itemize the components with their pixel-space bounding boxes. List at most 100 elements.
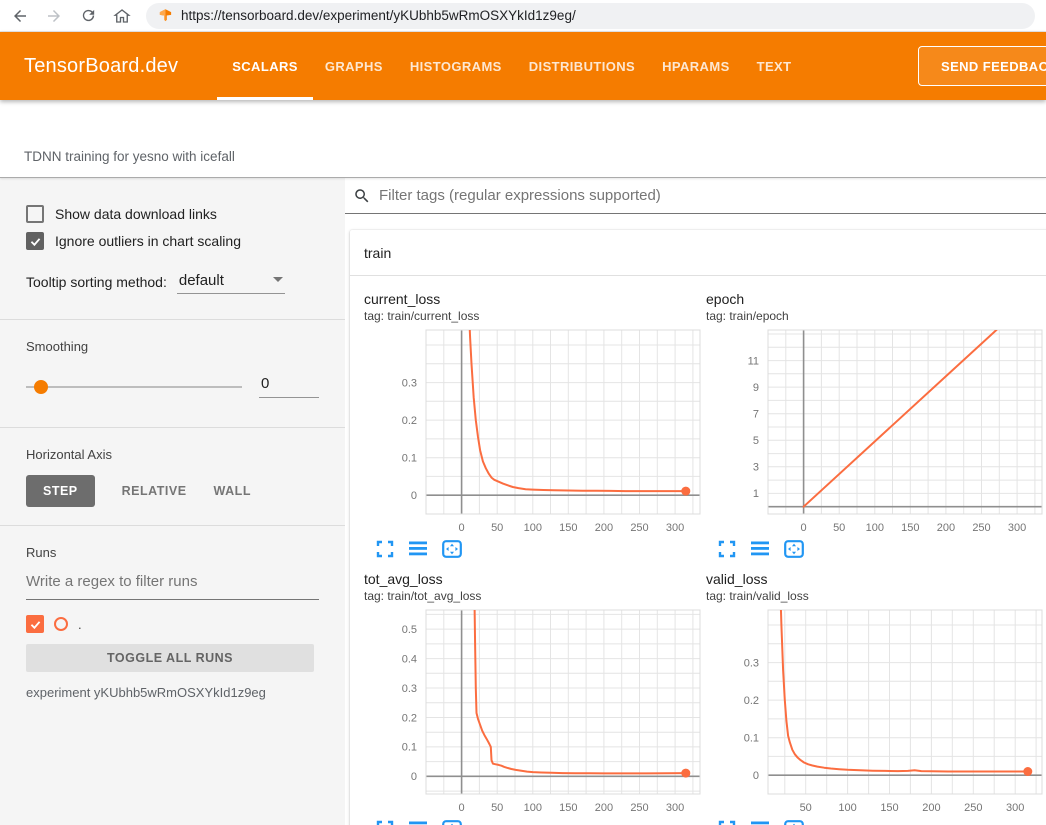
svg-text:250: 250	[972, 522, 990, 534]
svg-text:300: 300	[1008, 522, 1026, 534]
run-checkbox-checked-icon[interactable]	[26, 615, 44, 633]
svg-text:100: 100	[524, 802, 542, 814]
reload-icon[interactable]	[78, 6, 98, 26]
svg-text:0: 0	[459, 802, 465, 814]
chart-title: valid_loss	[706, 570, 1046, 588]
divider	[0, 319, 345, 320]
page: https://tensorboard.dev/experiment/yKUbh…	[0, 0, 1046, 825]
app-header: TensorBoard.dev SCALARS GRAPHS HISTOGRAM…	[0, 32, 1046, 100]
wall-button[interactable]: WALL	[214, 475, 251, 507]
svg-text:50: 50	[491, 522, 503, 534]
svg-text:9: 9	[753, 382, 759, 394]
show-download-links-checkbox[interactable]: Show data download links	[26, 205, 319, 223]
svg-text:50: 50	[833, 522, 845, 534]
chart-plot-area[interactable]: 00.10.20.350100150200250300	[706, 606, 1046, 814]
ignore-outliers-checkbox[interactable]: Ignore outliers in chart scaling	[26, 232, 319, 250]
chart-tag: tag: train/epoch	[706, 308, 1046, 324]
svg-text:150: 150	[559, 522, 577, 534]
chart-plot-area[interactable]: 00.10.20.3050100150200250300	[364, 326, 704, 534]
checkbox-label: Ignore outliers in chart scaling	[55, 233, 241, 249]
checkbox-unchecked-icon[interactable]	[26, 205, 44, 223]
fit-domain-icon[interactable]	[442, 540, 462, 558]
fullscreen-icon[interactable]	[376, 820, 394, 825]
fullscreen-icon[interactable]	[718, 820, 736, 825]
svg-text:0.3: 0.3	[744, 657, 759, 669]
horizontal-axis-label: Horizontal Axis	[26, 447, 319, 462]
svg-text:150: 150	[901, 522, 919, 534]
svg-text:50: 50	[800, 802, 812, 814]
svg-text:0.2: 0.2	[402, 712, 417, 724]
tab-distributions[interactable]: DISTRIBUTIONS	[529, 32, 635, 100]
fullscreen-icon[interactable]	[376, 540, 394, 558]
forward-arrow-icon[interactable]	[44, 6, 64, 26]
main-content: train current_loss tag: train/current_lo…	[345, 178, 1046, 825]
tag-group-header[interactable]: train	[350, 230, 1046, 276]
chart-actions	[706, 820, 1046, 825]
smoothing-slider[interactable]	[26, 386, 242, 388]
checkbox-label: Show data download links	[55, 206, 217, 222]
fullscreen-icon[interactable]	[718, 540, 736, 558]
filter-tags-field[interactable]	[345, 178, 1046, 214]
relative-button[interactable]: RELATIVE	[122, 475, 187, 507]
fit-domain-icon[interactable]	[784, 540, 804, 558]
chart-actions	[364, 820, 706, 825]
tab-histograms[interactable]: HISTOGRAMS	[410, 32, 502, 100]
chart-card: current_loss tag: train/current_loss 00.…	[364, 290, 706, 558]
svg-text:7: 7	[753, 409, 759, 421]
run-list-item[interactable]: .	[26, 615, 319, 633]
toggle-y-axis-icon[interactable]	[751, 820, 769, 825]
toggle-all-runs-button[interactable]: TOGGLE ALL RUNS	[26, 644, 314, 672]
step-button[interactable]: STEP	[26, 475, 95, 507]
tab-graphs[interactable]: GRAPHS	[325, 32, 383, 100]
fit-domain-icon[interactable]	[784, 820, 804, 825]
chart-plot-area[interactable]: 1357911050100150200250300	[706, 326, 1046, 534]
chart-title: tot_avg_loss	[364, 570, 706, 588]
svg-text:100: 100	[838, 802, 856, 814]
slider-thumb[interactable]	[34, 380, 48, 394]
svg-text:200: 200	[595, 522, 613, 534]
tab-scalars[interactable]: SCALARS	[232, 32, 298, 100]
svg-text:50: 50	[491, 802, 503, 814]
url-text[interactable]: https://tensorboard.dev/experiment/yKUbh…	[181, 8, 576, 23]
search-icon	[353, 187, 371, 205]
experiment-title-bar: TDNN training for yesno with icefall	[0, 100, 1046, 178]
select-value: default	[179, 272, 224, 289]
tooltip-sorting-label: Tooltip sorting method:	[26, 274, 167, 294]
svg-text:0.3: 0.3	[402, 683, 417, 695]
send-feedback-button[interactable]: SEND FEEDBACK	[918, 46, 1046, 86]
toggle-y-axis-icon[interactable]	[409, 820, 427, 825]
chart-plot-area[interactable]: 00.10.20.30.40.5050100150200250300	[364, 606, 704, 814]
svg-text:250: 250	[630, 522, 648, 534]
address-bar[interactable]: https://tensorboard.dev/experiment/yKUbh…	[146, 3, 1035, 29]
tab-hparams[interactable]: HPARAMS	[662, 32, 730, 100]
back-arrow-icon[interactable]	[10, 6, 30, 26]
runs-filter-field[interactable]	[26, 573, 319, 600]
svg-text:200: 200	[937, 522, 955, 534]
svg-text:200: 200	[595, 802, 613, 814]
toggle-y-axis-icon[interactable]	[409, 540, 427, 558]
filter-tags-input[interactable]	[379, 187, 1046, 204]
checkbox-checked-icon[interactable]	[26, 232, 44, 250]
svg-text:200: 200	[922, 802, 940, 814]
svg-text:0.1: 0.1	[402, 742, 417, 754]
home-icon[interactable]	[112, 6, 132, 26]
runs-label: Runs	[26, 545, 319, 560]
svg-text:300: 300	[666, 802, 684, 814]
brand-logo[interactable]: TensorBoard.dev	[24, 55, 178, 78]
smoothing-value-field[interactable]: 0	[259, 375, 319, 398]
nav-tabs: SCALARS GRAPHS HISTOGRAMS DISTRIBUTIONS …	[232, 32, 791, 100]
svg-text:1: 1	[753, 488, 759, 500]
chart-actions	[364, 540, 706, 558]
divider	[0, 525, 345, 526]
chart-tag: tag: train/current_loss	[364, 308, 706, 324]
svg-text:250: 250	[964, 802, 982, 814]
svg-text:0.1: 0.1	[744, 733, 759, 745]
chart-tag: tag: train/tot_avg_loss	[364, 588, 706, 604]
fit-domain-icon[interactable]	[442, 820, 462, 825]
runs-filter-input[interactable]	[26, 573, 319, 590]
tooltip-sorting-select[interactable]: default	[177, 272, 285, 294]
divider	[0, 427, 345, 428]
toggle-y-axis-icon[interactable]	[751, 540, 769, 558]
tab-text[interactable]: TEXT	[757, 32, 792, 100]
experiment-caption: experiment yKUbhb5wRmOSXYkId1z9eg	[26, 685, 319, 700]
